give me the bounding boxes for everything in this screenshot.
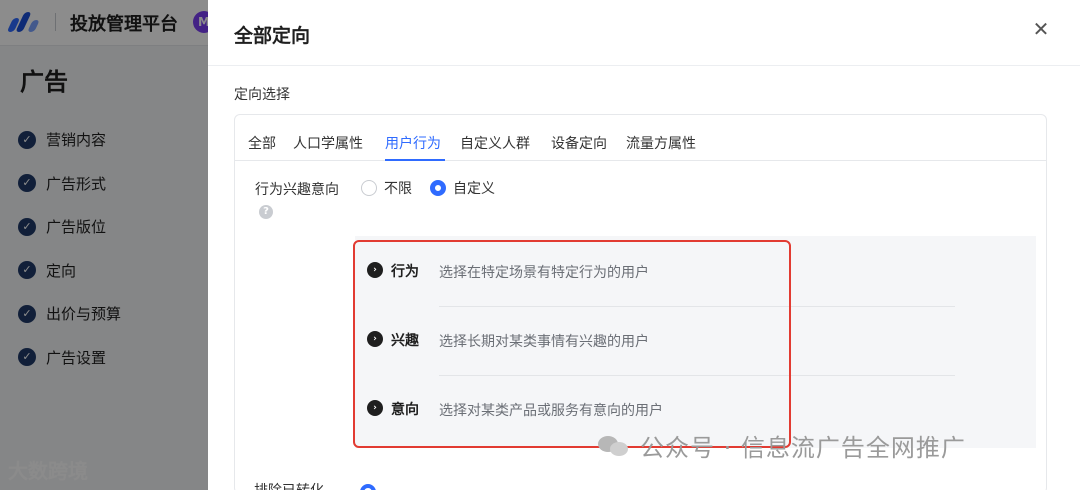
radio-custom[interactable]: 自定义 xyxy=(430,178,495,198)
option-description: 选择在特定场景有特定行为的用户 xyxy=(439,265,649,281)
option-name: 兴趣 xyxy=(391,333,419,349)
radio-label: 不限 xyxy=(384,181,412,197)
chevron-right-icon: › xyxy=(367,262,383,278)
option-description: 选择对某类产品或服务有意向的用户 xyxy=(439,403,663,419)
option-description: 选择长期对某类事情有兴趣的用户 xyxy=(439,334,649,350)
option-behavior[interactable]: › 行为 选择在特定场景有特定行为的用户 xyxy=(355,236,1036,304)
chevron-right-icon: › xyxy=(367,400,383,416)
targeting-options-list: › 行为 选择在特定场景有特定行为的用户 › 兴趣 选择长期对某类事情有兴趣的用… xyxy=(355,236,1036,448)
tab-traffic-attributes[interactable]: 流量方属性 xyxy=(626,133,696,153)
chevron-right-icon: › xyxy=(367,331,383,347)
section-label: 定向选择 xyxy=(234,87,290,103)
drawer-header: 全部定向 ✕ xyxy=(208,0,1080,66)
radio-label: 自定义 xyxy=(453,181,495,197)
active-tab-indicator xyxy=(385,159,445,161)
targeting-panel: 全部 人口学属性 用户行为 自定义人群 设备定向 流量方属性 行为兴趣意向 ? … xyxy=(234,114,1047,490)
radio-unlimited[interactable]: 不限 xyxy=(361,178,412,198)
close-icon[interactable]: ✕ xyxy=(1028,16,1054,42)
targeting-drawer: 全部定向 ✕ 定向选择 全部 人口学属性 用户行为 自定义人群 设备定向 流量方… xyxy=(208,0,1080,490)
field-label-exclude-converted: 排除已转化 xyxy=(254,480,324,490)
field-label-behavior-interest-intent: 行为兴趣意向 xyxy=(255,182,339,198)
tab-device-targeting[interactable]: 设备定向 xyxy=(551,133,607,153)
radio-unchecked-icon xyxy=(361,180,377,196)
tab-bar: 全部 人口学属性 用户行为 自定义人群 设备定向 流量方属性 xyxy=(235,115,1046,161)
option-intent[interactable]: › 意向 选择对某类产品或服务有意向的用户 xyxy=(355,374,1036,442)
tab-user-behavior[interactable]: 用户行为 xyxy=(385,133,441,153)
tab-demographics[interactable]: 人口学属性 xyxy=(293,133,363,153)
tab-all[interactable]: 全部 xyxy=(248,133,276,153)
option-interest[interactable]: › 兴趣 选择长期对某类事情有兴趣的用户 xyxy=(355,305,1036,373)
help-icon[interactable]: ? xyxy=(259,205,273,219)
option-name: 意向 xyxy=(391,402,419,418)
radio-checked-icon xyxy=(430,180,446,196)
drawer-title: 全部定向 xyxy=(234,25,311,47)
option-name: 行为 xyxy=(391,264,419,280)
tab-custom-audience[interactable]: 自定义人群 xyxy=(460,133,530,153)
